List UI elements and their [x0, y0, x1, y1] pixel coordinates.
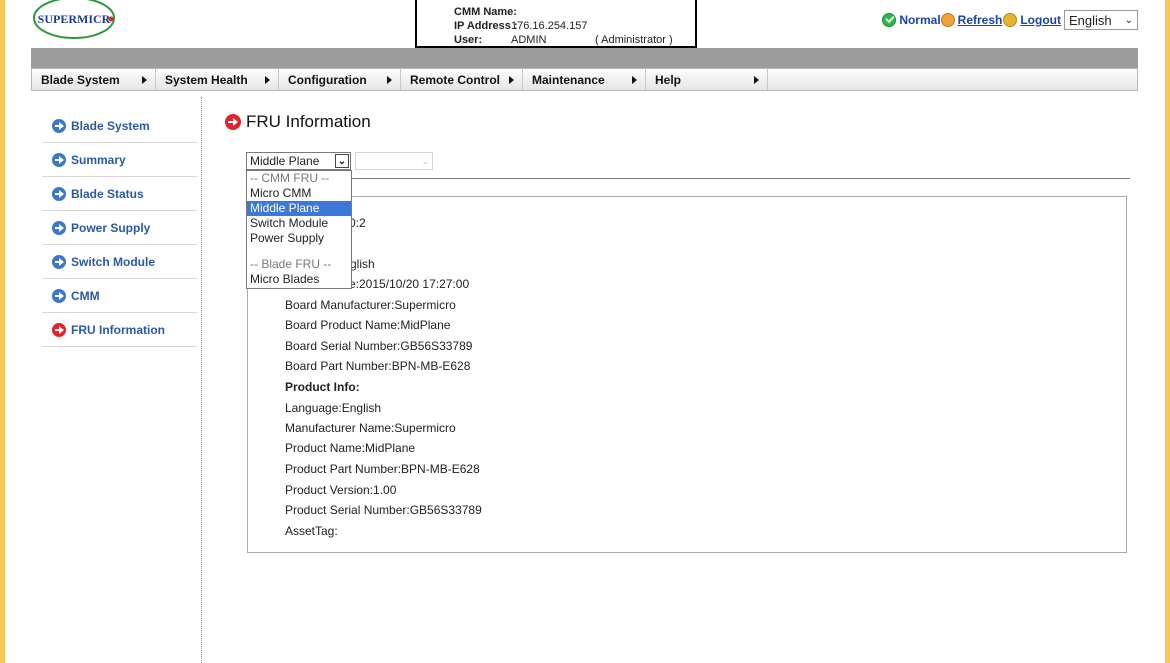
sidebar-item-cmm[interactable]: CMM	[42, 279, 197, 313]
section-divider	[352, 178, 1130, 179]
product-serial-number: Product Serial Number:GB56S33789	[285, 503, 482, 517]
arrow-right-red-icon	[225, 114, 241, 130]
menu-remote-control[interactable]: Remote Control	[401, 69, 523, 90]
logout-link[interactable]: Logout	[1020, 13, 1061, 27]
sidebar-item-fru-information[interactable]: FRU Information	[42, 313, 197, 347]
sidebar-item-label: Blade Status	[71, 186, 144, 201]
sidebar-item-switch-module[interactable]: Switch Module	[42, 245, 197, 279]
menu-label: Maintenance	[532, 72, 605, 87]
arrow-right-blue-icon	[52, 288, 66, 303]
sidebar-item-label: Power Supply	[71, 220, 151, 235]
logout-icon[interactable]	[1003, 13, 1018, 27]
sidebar-item-blade-status[interactable]: Blade Status	[42, 177, 197, 211]
menu-maintenance[interactable]: Maintenance	[523, 69, 646, 90]
menu-label: Remote Control	[410, 72, 500, 87]
arrow-right-blue-icon	[52, 152, 66, 167]
fru-field-partial: e:2015/10/20 17:27:00	[349, 277, 470, 291]
cmm-info-box: CMM Name: IP Address : 176.16.254.157 Us…	[415, 0, 697, 48]
system-status: Normal	[899, 13, 941, 27]
sidebar-item-blade-system[interactable]: Blade System	[42, 109, 197, 143]
user-value: ADMIN	[511, 34, 547, 46]
asset-tag: AssetTag:	[285, 524, 338, 538]
fru-details-panel: 0:2 glish e:2015/10/20 17:27:00 Board Ma…	[247, 196, 1127, 553]
product-language: Language:English	[285, 401, 382, 415]
cmm-name-label: CMM Name:	[454, 6, 517, 18]
sidebar-divider	[201, 97, 202, 663]
sidebar-item-label: CMM	[71, 288, 100, 303]
arrow-right-blue-icon	[52, 186, 66, 201]
main-menu: Blade System System Health Configuration…	[31, 68, 1138, 91]
language-value: English	[1069, 12, 1112, 28]
fru-type-select[interactable]: Middle Plane ⌄	[246, 152, 351, 170]
window-frame-right	[1165, 0, 1170, 663]
sidebar-item-summary[interactable]: Summary	[42, 143, 197, 177]
status-ok-icon	[882, 13, 897, 27]
header-actions: Normal Refresh Logout English ⌄	[882, 10, 1138, 30]
dropdown-option-switch-module[interactable]: Switch Module	[247, 216, 351, 231]
arrow-right-blue-icon	[52, 118, 66, 133]
dropdown-option-micro-blades[interactable]: Micro Blades	[247, 272, 351, 287]
board-serial-number: Board Serial Number:GB56S33789	[285, 339, 473, 353]
user-label: User:	[454, 34, 483, 46]
sidebar: Blade System Summary Blade Status Power …	[42, 109, 197, 347]
board-part-number: Board Part Number:BPN-MB-E628	[285, 359, 471, 373]
sidebar-item-label: FRU Information	[71, 322, 165, 337]
menu-blade-system[interactable]: Blade System	[32, 69, 156, 90]
caret-right-icon	[265, 75, 270, 84]
menu-label: Blade System	[41, 72, 120, 87]
caret-right-icon	[632, 75, 637, 84]
board-product-name: Board Product Name:MidPlane	[285, 318, 451, 332]
sidebar-item-label: Switch Module	[71, 254, 155, 269]
menu-label: Help	[655, 72, 682, 87]
arrow-right-blue-icon	[52, 220, 66, 235]
refresh-link[interactable]: Refresh	[958, 13, 1003, 27]
dropdown-group-blade-fru: -- Blade FRU --	[250, 257, 332, 271]
sidebar-item-label: Blade System	[71, 118, 150, 133]
arrow-right-blue-icon	[52, 254, 66, 269]
product-part-number: Product Part Number:BPN-MB-E628	[285, 462, 480, 476]
dropdown-spacer	[247, 246, 351, 257]
dropdown-group-cmm-fru: -- CMM FRU --	[250, 171, 330, 185]
page-title-text: FRU Information	[246, 112, 371, 131]
board-manufacturer: Board Manufacturer:Supermicro	[285, 298, 456, 312]
caret-right-icon	[387, 75, 392, 84]
product-name: Product Name:MidPlane	[285, 441, 416, 455]
language-select[interactable]: English ⌄	[1064, 10, 1138, 30]
caret-right-icon	[142, 75, 147, 84]
supermicro-logo: SUPERMICR	[33, 0, 115, 40]
menu-configuration[interactable]: Configuration	[279, 69, 401, 90]
dropdown-option-micro-cmm[interactable]: Micro CMM	[247, 186, 351, 201]
caret-right-icon	[754, 75, 759, 84]
sidebar-item-power-supply[interactable]: Power Supply	[42, 211, 197, 245]
fru-type-dropdown-list: -- CMM FRU -- Micro CMM Middle Plane Swi…	[246, 170, 352, 289]
refresh-icon[interactable]	[940, 13, 955, 27]
arrow-right-red-icon	[52, 322, 66, 337]
dropdown-option-middle-plane[interactable]: Middle Plane	[247, 201, 351, 216]
chevron-down-icon: ⌄	[421, 155, 429, 166]
product-manufacturer: Manufacturer Name:Supermicro	[285, 421, 456, 435]
menu-help[interactable]: Help	[646, 69, 768, 90]
dropdown-option-power-supply[interactable]: Power Supply	[247, 231, 351, 246]
fru-field-partial: glish	[350, 257, 375, 271]
menu-system-health[interactable]: System Health	[156, 69, 279, 90]
product-info-heading: Product Info:	[285, 380, 360, 394]
ip-address-label: IP Address :	[454, 20, 518, 32]
fru-sub-select[interactable]: ⌄	[355, 152, 433, 170]
fru-select-value: Middle Plane	[250, 154, 320, 168]
header-band	[31, 48, 1138, 68]
menu-label: Configuration	[288, 72, 367, 87]
ip-address-value: 176.16.254.157	[511, 20, 588, 32]
chevron-down-icon: ⌄	[1124, 14, 1133, 26]
chevron-down-icon[interactable]: ⌄	[335, 154, 349, 168]
user-role: ( Administrator )	[595, 34, 673, 46]
window-frame-left	[0, 0, 5, 663]
sidebar-item-label: Summary	[71, 152, 126, 167]
product-version: Product Version:1.00	[285, 483, 397, 497]
page-title: FRU Information	[225, 112, 371, 132]
caret-right-icon	[509, 75, 514, 84]
svg-text:SUPERMICR: SUPERMICR	[38, 12, 111, 26]
menu-label: System Health	[165, 72, 248, 87]
